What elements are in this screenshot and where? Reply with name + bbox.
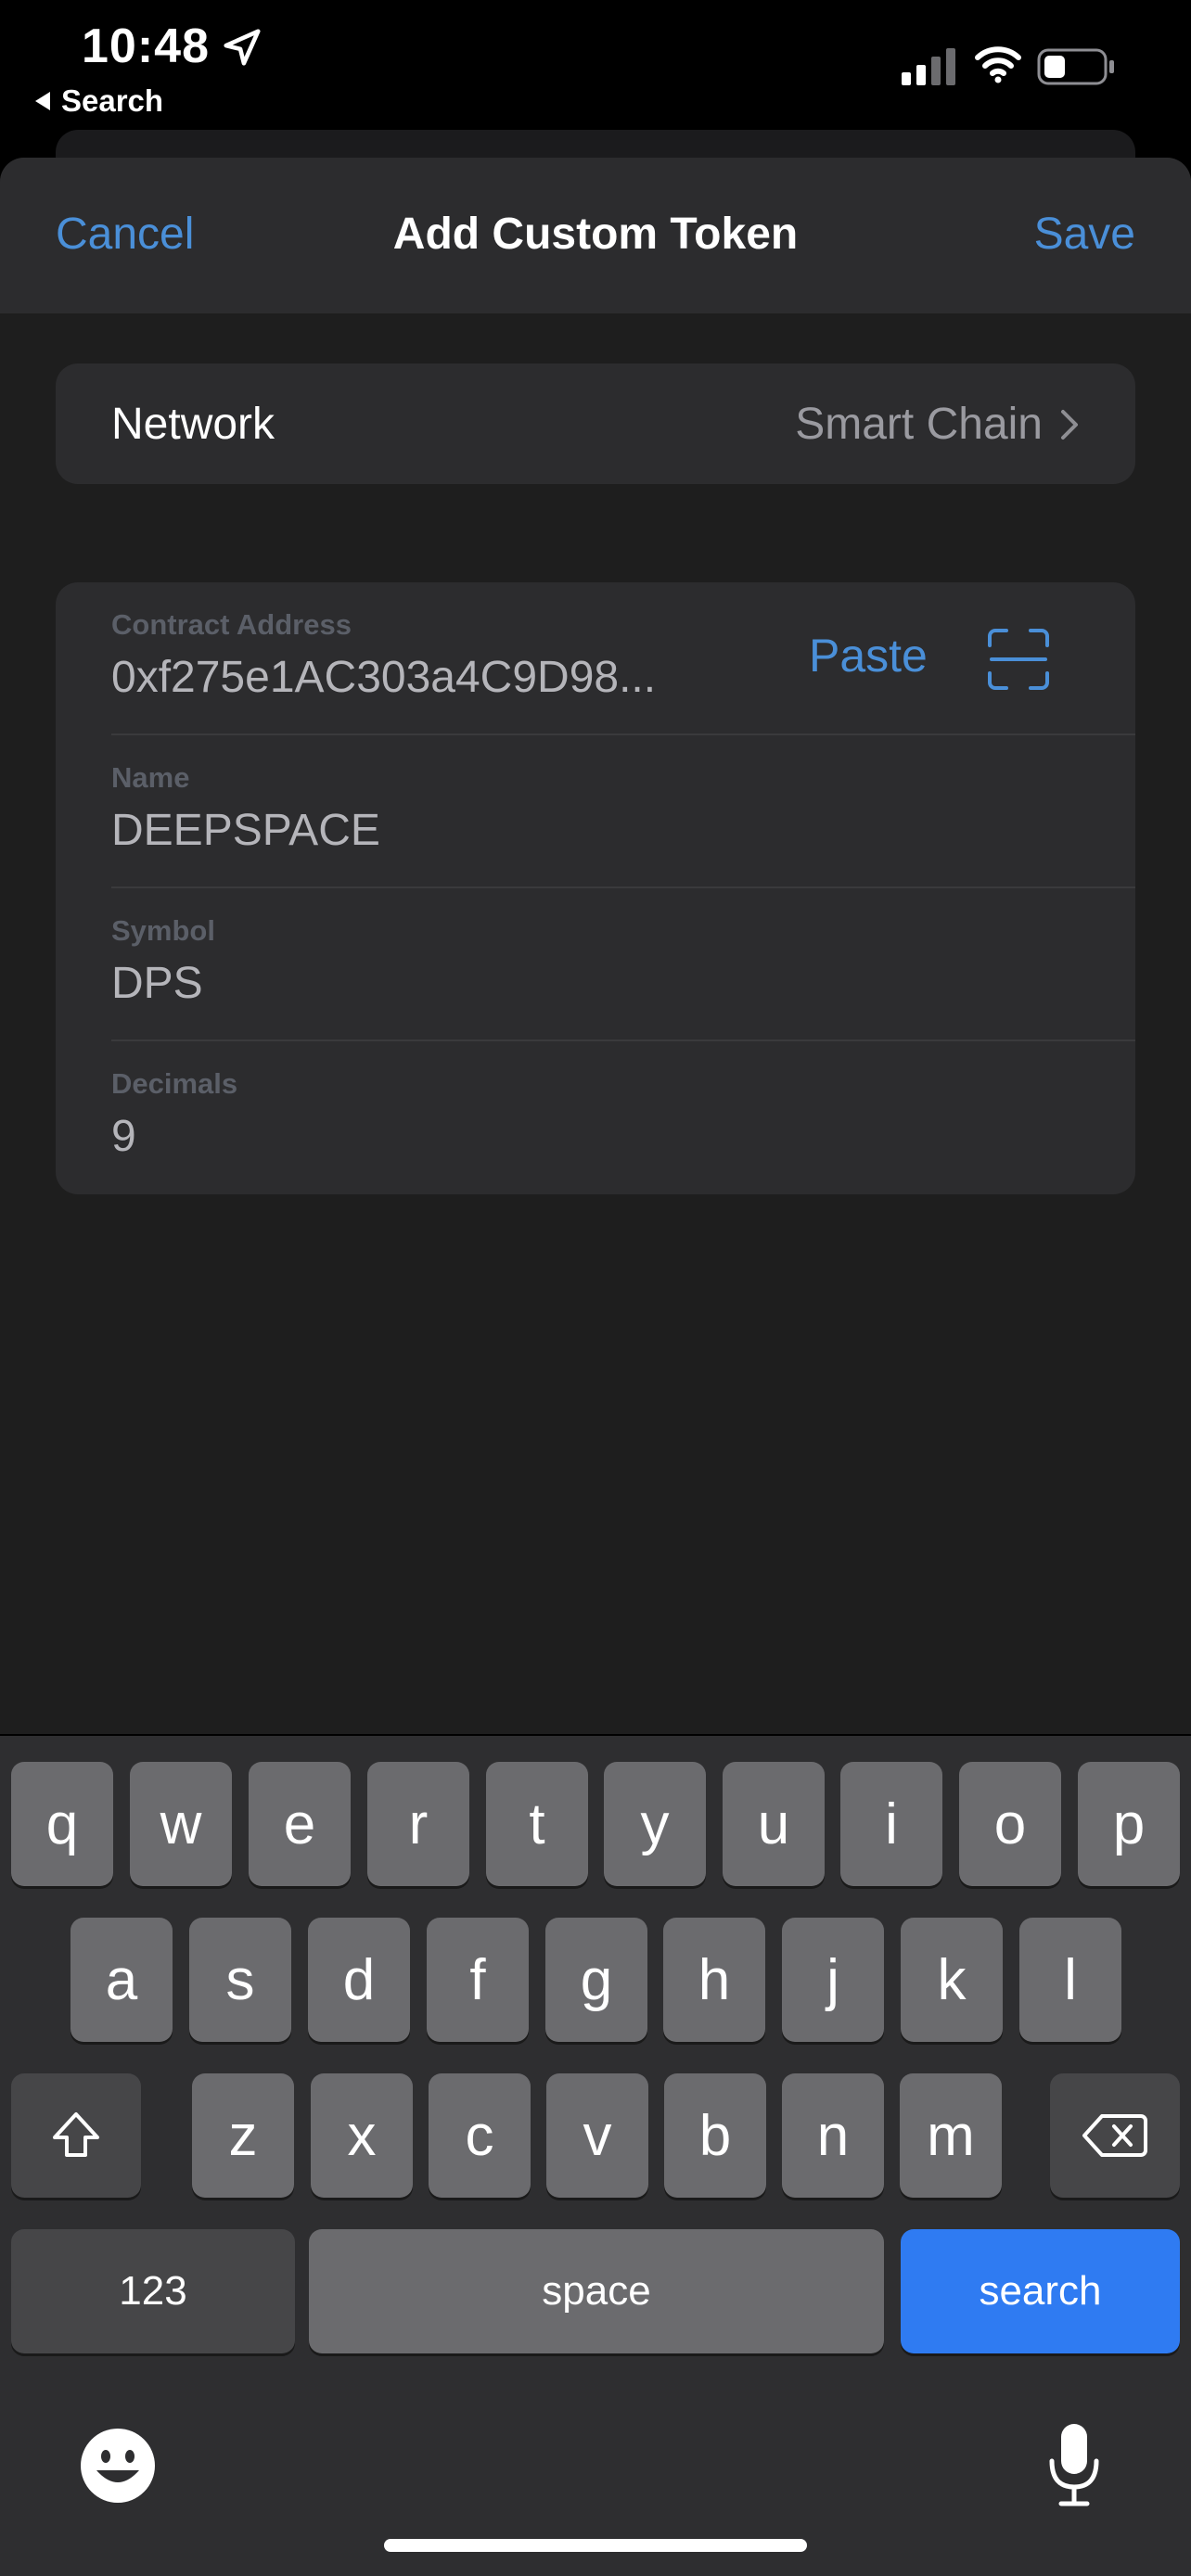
delete-key[interactable] <box>1050 2073 1180 2198</box>
microphone-icon[interactable] <box>1046 2420 1102 2509</box>
key-j[interactable]: j <box>782 1918 884 2042</box>
key-g[interactable]: g <box>545 1918 647 2042</box>
chevron-right-icon <box>1061 410 1078 440</box>
save-button[interactable]: Save <box>1034 209 1135 260</box>
key-m[interactable]: m <box>900 2073 1002 2198</box>
key-h[interactable]: h <box>663 1918 765 2042</box>
key-t[interactable]: t <box>486 1762 588 1886</box>
decimals-value[interactable]: 9 <box>111 1111 136 1162</box>
location-arrow-icon <box>224 29 261 66</box>
emoji-icon[interactable] <box>78 2426 158 2506</box>
key-e[interactable]: e <box>249 1762 351 1886</box>
search-key[interactable]: search <box>901 2229 1180 2353</box>
key-o[interactable]: o <box>959 1762 1061 1886</box>
key-v[interactable]: v <box>546 2073 648 2198</box>
back-triangle-icon <box>35 92 50 110</box>
back-label: Search <box>61 83 164 118</box>
key-w[interactable]: w <box>130 1762 232 1886</box>
name-label: Name <box>111 761 190 794</box>
key-p[interactable]: p <box>1078 1762 1180 1886</box>
token-fields-card: Contract Address 0xf275e1AC303a4C9D98...… <box>56 582 1135 1194</box>
page-title: Add Custom Token <box>392 210 799 259</box>
key-c[interactable]: c <box>429 2073 531 2198</box>
symbol-label: Symbol <box>111 914 215 947</box>
paste-button[interactable]: Paste <box>809 629 928 682</box>
key-q[interactable]: q <box>11 1762 113 1886</box>
wifi-icon <box>975 46 1021 83</box>
key-k[interactable]: k <box>901 1918 1003 2042</box>
key-l[interactable]: l <box>1019 1918 1121 2042</box>
key-f[interactable]: f <box>427 1918 529 2042</box>
name-field[interactable]: Name DEEPSPACE <box>56 735 1135 888</box>
key-a[interactable]: a <box>70 1918 173 2042</box>
symbol-value[interactable]: DPS <box>111 958 203 1009</box>
network-selector[interactable]: Network Smart Chain <box>56 363 1135 484</box>
add-token-sheet: Cancel Add Custom Token Save Network Sma… <box>0 158 1191 1734</box>
back-to-search-link[interactable]: Search <box>35 83 163 119</box>
key-r[interactable]: r <box>367 1762 469 1886</box>
name-value[interactable]: DEEPSPACE <box>111 805 380 856</box>
numbers-key[interactable]: 123 <box>11 2229 295 2353</box>
key-n[interactable]: n <box>782 2073 884 2198</box>
shift-key[interactable] <box>11 2073 141 2198</box>
space-key[interactable]: space <box>309 2229 884 2353</box>
key-y[interactable]: y <box>604 1762 706 1886</box>
decimals-field[interactable]: Decimals 9 <box>56 1041 1135 1194</box>
key-s[interactable]: s <box>189 1918 291 2042</box>
symbol-field[interactable]: Symbol DPS <box>56 888 1135 1041</box>
backspace-icon <box>1082 2114 1147 2157</box>
key-i[interactable]: i <box>840 1762 942 1886</box>
battery-icon <box>1037 48 1114 85</box>
home-indicator[interactable] <box>384 2539 807 2552</box>
shift-arrow-icon <box>53 2112 99 2157</box>
network-value: Smart Chain <box>795 400 1043 449</box>
status-time: 10:48 <box>82 19 210 73</box>
decimals-label: Decimals <box>111 1067 238 1100</box>
contract-address-label: Contract Address <box>111 608 352 641</box>
key-u[interactable]: u <box>723 1762 825 1886</box>
key-x[interactable]: x <box>311 2073 413 2198</box>
key-d[interactable]: d <box>308 1918 410 2042</box>
key-b[interactable]: b <box>664 2073 766 2198</box>
contract-address-value[interactable]: 0xf275e1AC303a4C9D98... <box>111 652 656 703</box>
scan-qr-icon[interactable] <box>986 627 1051 692</box>
nav-bar: Cancel Add Custom Token Save <box>0 158 1191 313</box>
cellular-signal-icon <box>902 48 955 85</box>
key-z[interactable]: z <box>192 2073 294 2198</box>
contract-address-field[interactable]: Contract Address 0xf275e1AC303a4C9D98...… <box>56 582 1135 735</box>
network-label: Network <box>111 400 275 449</box>
